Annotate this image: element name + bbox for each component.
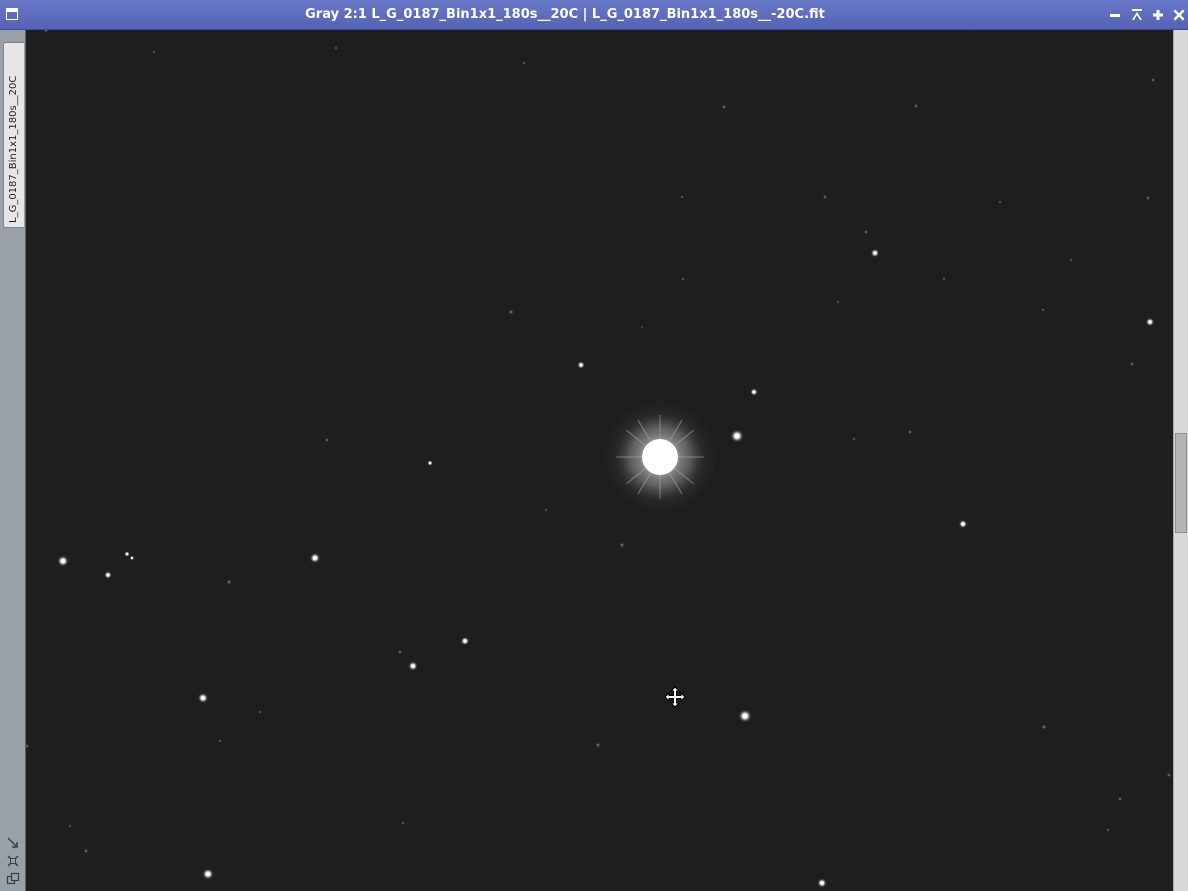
clone-view-icon[interactable] — [6, 872, 20, 886]
shade-button[interactable] — [1130, 8, 1144, 22]
maximize-button[interactable] — [1151, 8, 1165, 22]
vertical-scrollbar[interactable] — [1173, 30, 1188, 891]
window-titlebar[interactable]: Gray 2:1 L_G_0187_Bin1x1_180s__20C | L_G… — [0, 0, 1188, 30]
fit-view-icon[interactable] — [6, 854, 20, 868]
close-button[interactable] — [1172, 8, 1186, 22]
shade-icon — [1132, 9, 1142, 20]
view-tab-bar: L_G_0187_Bin1x1_180s__20C — [0, 30, 26, 891]
minus-icon — [1110, 14, 1120, 17]
zoom-to-fit-icon[interactable] — [6, 836, 20, 850]
view-identifier-tab[interactable]: L_G_0187_Bin1x1_180s__20C — [3, 42, 24, 228]
scrollbar-thumb[interactable] — [1175, 433, 1187, 533]
close-icon — [1173, 9, 1185, 21]
star-field-image — [26, 30, 1173, 891]
plus-icon — [1153, 10, 1163, 20]
image-view[interactable] — [26, 30, 1173, 891]
view-identifier-label: L_G_0187_Bin1x1_180s__20C — [8, 75, 19, 223]
minimize-button[interactable] — [1108, 8, 1122, 22]
window-title: Gray 2:1 L_G_0187_Bin1x1_180s__20C | L_G… — [305, 7, 825, 22]
bright-star — [598, 395, 722, 519]
